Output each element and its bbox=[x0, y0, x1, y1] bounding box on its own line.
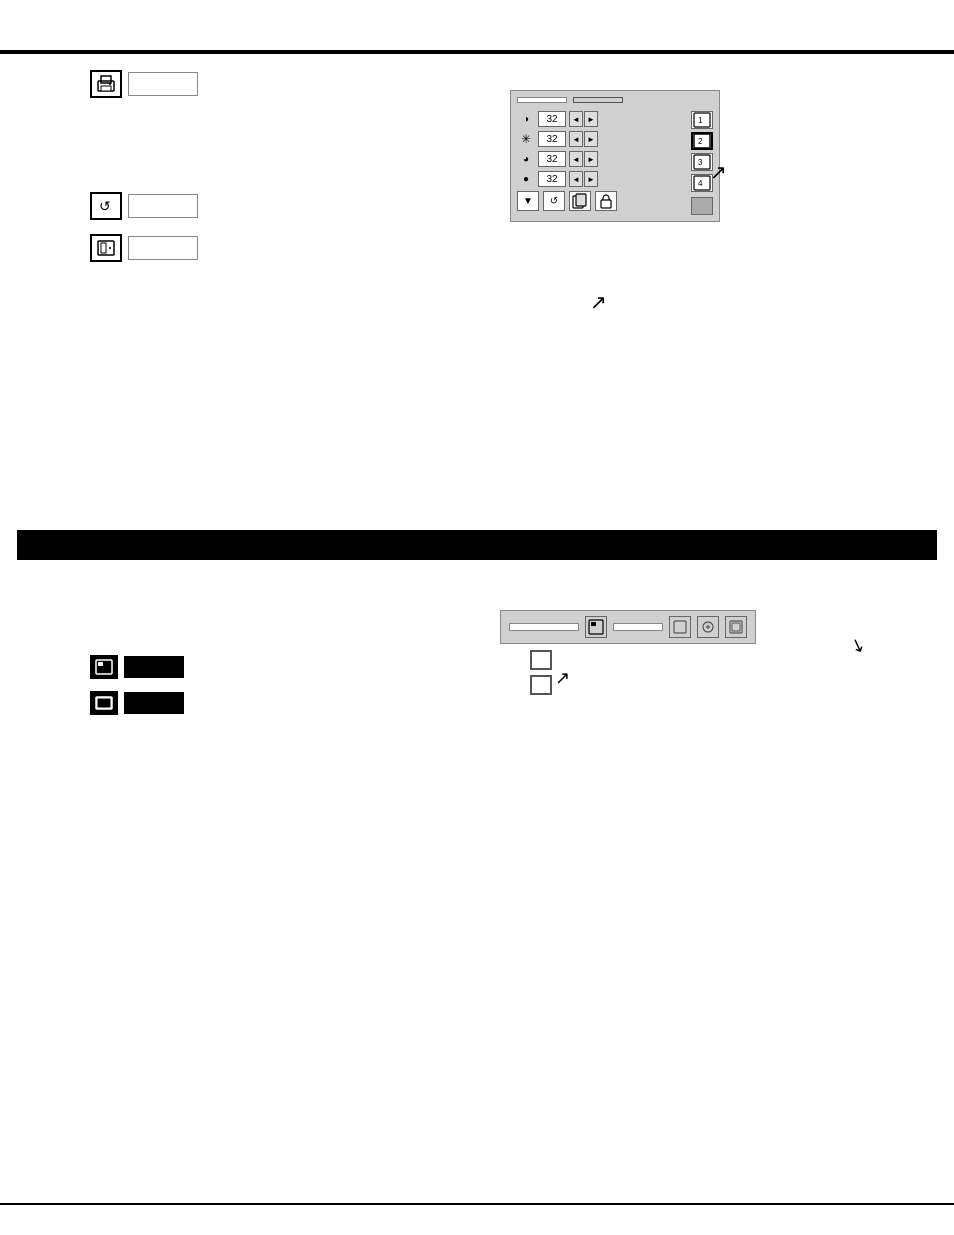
slider-1-inc[interactable]: ► bbox=[584, 111, 598, 127]
slot4-svg: 4 bbox=[693, 175, 711, 191]
lock-btn[interactable] bbox=[595, 191, 617, 211]
panel-svg bbox=[96, 239, 116, 257]
add-icon-btn[interactable] bbox=[585, 616, 607, 638]
reset-btn[interactable]: ↺ bbox=[543, 191, 565, 211]
panel-bottom-icons: ▼ ↺ bbox=[517, 191, 685, 211]
toolbar-icon-3[interactable] bbox=[725, 616, 747, 638]
lower-icon-2-box[interactable] bbox=[90, 691, 118, 715]
svg-text:1: 1 bbox=[698, 116, 703, 125]
slot1-svg: 1 bbox=[693, 112, 711, 128]
panel-icon[interactable] bbox=[90, 234, 122, 262]
bottom-border bbox=[0, 1203, 954, 1205]
icon-row-1 bbox=[90, 70, 198, 98]
normal-toolbar bbox=[500, 610, 756, 644]
icon-row-2-label bbox=[128, 194, 198, 218]
slot3-svg: 3 bbox=[693, 154, 711, 170]
lower-icon-row-1 bbox=[90, 655, 184, 679]
slider-row-4: ● 32 ◄ ► bbox=[517, 171, 685, 187]
slider-3-value: 32 bbox=[538, 151, 566, 167]
image-slot-1[interactable]: 1 bbox=[691, 111, 713, 129]
tint-icon: ● bbox=[517, 171, 535, 187]
lock-svg bbox=[599, 193, 613, 209]
icon-row-2: ↺ bbox=[90, 192, 198, 220]
svg-text:2: 2 bbox=[698, 137, 703, 146]
svg-text:↺: ↺ bbox=[99, 198, 111, 214]
slider-1-arrows: ◄ ► bbox=[569, 111, 598, 127]
slider-1-value: 32 bbox=[538, 111, 566, 127]
annotation-arrow-1: ↗ bbox=[710, 160, 727, 185]
copy-btn[interactable] bbox=[569, 191, 591, 211]
printer-icon[interactable] bbox=[90, 70, 122, 98]
slider-2-arrows: ◄ ► bbox=[569, 131, 598, 147]
slider-row-2: ✳ 32 ◄ ► bbox=[517, 131, 685, 147]
lower-small-squares bbox=[530, 650, 552, 695]
lower-icon2-svg bbox=[95, 695, 113, 711]
dropdown-btn[interactable]: ▼ bbox=[517, 191, 539, 211]
icon-row-3 bbox=[90, 234, 198, 262]
lower-icon-2-label bbox=[124, 692, 184, 714]
slider-3-dec[interactable]: ◄ bbox=[569, 151, 583, 167]
slider-4-arrows: ◄ ► bbox=[569, 171, 598, 187]
image-adjustment-panel: ◑ 32 ◄ ► ✳ 32 ◄ ► ◕ 32 bbox=[510, 90, 720, 222]
panel-header bbox=[517, 97, 713, 103]
toolbar-icon-2[interactable] bbox=[697, 616, 719, 638]
add-svg bbox=[588, 619, 604, 635]
slider-2-inc[interactable]: ► bbox=[584, 131, 598, 147]
printer-svg bbox=[96, 75, 116, 93]
copy-svg bbox=[572, 193, 588, 209]
icon-row-3-label bbox=[128, 236, 198, 260]
lower-icon-1-label bbox=[124, 656, 184, 678]
svg-text:4: 4 bbox=[698, 179, 703, 188]
slider-2-value: 32 bbox=[538, 131, 566, 147]
auto-button[interactable] bbox=[613, 623, 663, 631]
slider-row-3: ◕ 32 ◄ ► bbox=[517, 151, 685, 167]
annotation-arrow-2: ↗ bbox=[590, 290, 607, 315]
sharpness-icon: ✳ bbox=[517, 131, 535, 147]
slider-4-dec[interactable]: ◄ bbox=[569, 171, 583, 187]
section-divider-bar bbox=[17, 530, 937, 560]
slider-4-value: 32 bbox=[538, 171, 566, 187]
panel-body: ◑ 32 ◄ ► ✳ 32 ◄ ► ◕ 32 bbox=[517, 111, 713, 215]
slider-3-arrows: ◄ ► bbox=[569, 151, 598, 167]
image-slot-2[interactable]: 2 bbox=[691, 132, 713, 150]
tb-icon3-svg bbox=[729, 620, 743, 634]
normal-button[interactable] bbox=[509, 623, 579, 631]
lower-icon1-svg bbox=[95, 659, 113, 675]
toolbar-icon-1[interactable] bbox=[669, 616, 691, 638]
brightness-icon: ◑ bbox=[517, 111, 535, 127]
tb-icon2-svg bbox=[701, 620, 715, 634]
lower-icon-1-box[interactable] bbox=[90, 655, 118, 679]
image1-button[interactable] bbox=[573, 97, 623, 103]
icon-row-1-label bbox=[128, 72, 198, 96]
slot2-svg: 2 bbox=[693, 133, 711, 149]
upper-left-icons: ↺ bbox=[90, 60, 198, 276]
slider-4-inc[interactable]: ► bbox=[584, 171, 598, 187]
slider-3-inc[interactable]: ► bbox=[584, 151, 598, 167]
slider-row-1: ◑ 32 ◄ ► bbox=[517, 111, 685, 127]
tb-icon1-svg bbox=[673, 620, 687, 634]
annotation-arrow-toolbar: ↘ bbox=[847, 633, 868, 658]
color-icon: ◕ bbox=[517, 151, 535, 167]
lower-icon-row-2 bbox=[90, 691, 184, 715]
save-slot-icon[interactable] bbox=[691, 197, 713, 215]
annotation-arrow-squares: ↗ bbox=[555, 668, 570, 689]
slider-2-dec[interactable]: ◄ bbox=[569, 131, 583, 147]
slider-1-dec[interactable]: ◄ bbox=[569, 111, 583, 127]
store-button[interactable] bbox=[517, 97, 567, 103]
lower-left-icons bbox=[90, 655, 184, 727]
undo-svg: ↺ bbox=[96, 197, 116, 215]
top-border bbox=[0, 50, 954, 54]
svg-text:3: 3 bbox=[698, 158, 703, 167]
lower-small-square-1[interactable] bbox=[530, 650, 552, 670]
sliders-col: ◑ 32 ◄ ► ✳ 32 ◄ ► ◕ 32 bbox=[517, 111, 685, 215]
lower-small-square-2[interactable] bbox=[530, 675, 552, 695]
undo-icon[interactable]: ↺ bbox=[90, 192, 122, 220]
